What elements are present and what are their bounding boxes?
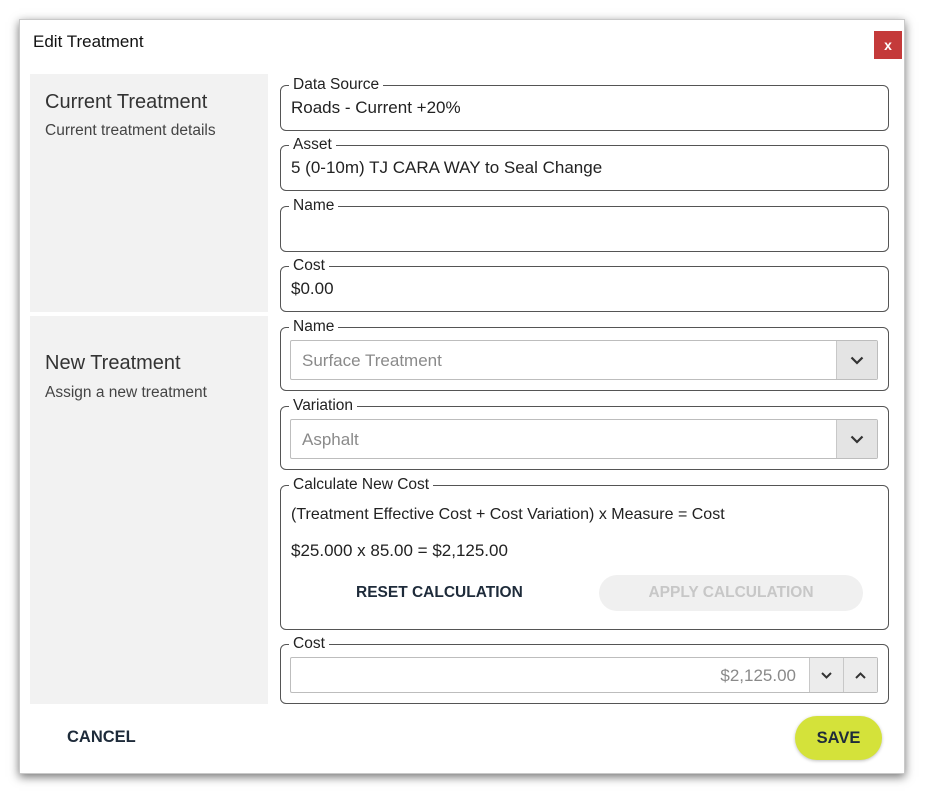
edit-treatment-dialog: Edit Treatment x Current Treatment Curre… xyxy=(19,19,905,774)
new-name-select[interactable]: Surface Treatment xyxy=(290,340,878,380)
new-cost-value: $2,125.00 xyxy=(720,666,796,685)
decrement-button[interactable] xyxy=(809,658,843,692)
new-treatment-section: New Treatment Assign a new treatment xyxy=(30,316,268,704)
new-name-selected-value: Surface Treatment xyxy=(302,351,442,370)
chevron-down-icon xyxy=(850,435,864,444)
variation-selected-value: Asphalt xyxy=(302,430,359,449)
new-name-dropdown-button[interactable] xyxy=(836,341,877,379)
apply-calculation-button[interactable]: APPLY CALCULATION xyxy=(599,575,863,611)
cost-calculation-result: $25.000 x 85.00 = $2,125.00 xyxy=(291,541,508,560)
current-cost-value: $0.00 xyxy=(291,279,334,298)
calculate-new-cost-label: Calculate New Cost xyxy=(289,475,434,495)
asset-field: Asset 5 (0-10m) TJ CARA WAY to Seal Chan… xyxy=(280,135,889,191)
current-treatment-subtitle: Current treatment details xyxy=(45,122,216,139)
variation-field: Variation Asphalt xyxy=(280,396,889,470)
variation-label: Variation xyxy=(289,396,358,416)
close-icon: x xyxy=(884,37,892,53)
data-source-value: Roads - Current +20% xyxy=(291,98,461,117)
chevron-down-icon xyxy=(821,671,832,679)
new-treatment-title: New Treatment xyxy=(45,352,181,374)
current-cost-field: Cost $0.00 xyxy=(280,256,889,312)
new-name-field: Name Surface Treatment xyxy=(280,317,889,391)
cost-formula: (Treatment Effective Cost + Cost Variati… xyxy=(291,506,725,523)
asset-label: Asset xyxy=(289,135,336,155)
current-cost-label: Cost xyxy=(289,256,329,276)
variation-dropdown-button[interactable] xyxy=(836,420,877,458)
chevron-down-icon xyxy=(850,356,864,365)
current-name-field: Name xyxy=(280,196,889,252)
data-source-field: Data Source Roads - Current +20% xyxy=(280,75,889,131)
new-name-label: Name xyxy=(289,317,339,337)
current-treatment-section: Current Treatment Current treatment deta… xyxy=(30,74,268,312)
increment-button[interactable] xyxy=(843,658,877,692)
variation-select[interactable]: Asphalt xyxy=(290,419,878,459)
new-cost-input[interactable]: $2,125.00 xyxy=(290,657,878,693)
asset-value: 5 (0-10m) TJ CARA WAY to Seal Change xyxy=(291,158,603,177)
close-button[interactable]: x xyxy=(874,31,902,59)
new-treatment-subtitle: Assign a new treatment xyxy=(45,384,207,401)
reset-calculation-button[interactable]: RESET CALCULATION xyxy=(356,584,523,602)
chevron-up-icon xyxy=(855,671,866,679)
save-button[interactable]: SAVE xyxy=(795,716,882,760)
new-cost-label: Cost xyxy=(289,634,329,654)
data-source-label: Data Source xyxy=(289,75,384,95)
calculate-new-cost-group: Calculate New Cost (Treatment Effective … xyxy=(280,475,889,630)
dialog-title: Edit Treatment xyxy=(33,32,144,51)
new-cost-field: Cost $2,125.00 xyxy=(280,634,889,704)
cancel-button[interactable]: CANCEL xyxy=(67,728,136,747)
current-treatment-title: Current Treatment xyxy=(45,91,208,113)
current-name-label: Name xyxy=(289,196,339,216)
